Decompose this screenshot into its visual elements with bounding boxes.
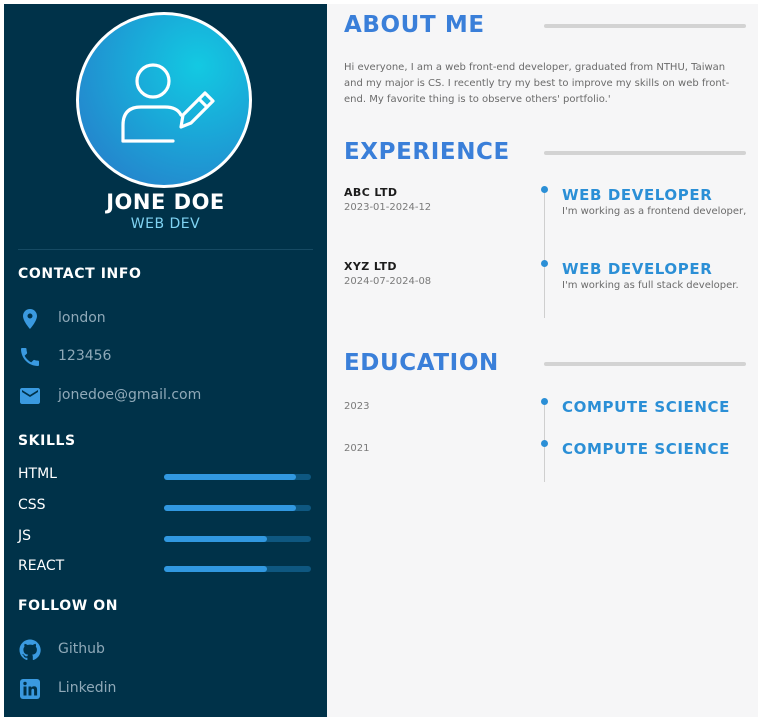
education-title-item: COMPUTE SCIENCE: [562, 440, 731, 458]
sidebar-divider: [18, 249, 313, 250]
sidebar: JONE DOE WEB DEV CONTACT INFO london 123…: [4, 4, 327, 717]
experience-timeline: [544, 190, 545, 318]
timeline-dot: [541, 260, 548, 267]
contact-location: london: [18, 307, 318, 333]
skill-label: JS: [18, 528, 32, 544]
experience-job-desc: I'm working as a frontend developer,: [562, 206, 747, 217]
experience-job-title: WEB DEVELOPER: [562, 260, 713, 278]
about-title: ABOUT ME: [344, 12, 485, 38]
contact-title: CONTACT INFO: [18, 266, 142, 282]
skill-bar-track: [164, 536, 311, 542]
contact-email: jonedoe@gmail.com: [18, 384, 318, 410]
education-title: EDUCATION: [344, 350, 499, 376]
skill-bar-fill: [164, 505, 297, 511]
phone-icon: [21, 348, 39, 366]
main-content: ABOUT ME Hi everyone, I am a web front-e…: [327, 4, 758, 717]
experience-company: ABC LTD: [344, 186, 398, 199]
skill-bar-track: [164, 505, 311, 511]
skill-row: HTML: [18, 466, 318, 488]
timeline-dot: [541, 186, 548, 193]
skill-row: JS: [18, 528, 318, 550]
contact-email-text[interactable]: jonedoe@gmail.com: [58, 387, 201, 403]
skill-bar-fill: [164, 474, 297, 480]
skill-row: CSS: [18, 497, 318, 519]
follow-github-text[interactable]: Github: [58, 641, 105, 657]
experience-company: XYZ LTD: [344, 260, 397, 273]
education-title-line: [544, 362, 746, 366]
profile-role: WEB DEV: [130, 216, 201, 232]
skill-label: CSS: [18, 497, 46, 513]
education-year: 2021: [344, 443, 370, 454]
resume-page: JONE DOE WEB DEV CONTACT INFO london 123…: [4, 4, 758, 717]
skill-row: REACT: [18, 558, 318, 580]
about-text: Hi everyone, I am a web front-end develo…: [344, 62, 730, 105]
experience-job-title: WEB DEVELOPER: [562, 186, 713, 204]
skill-bar-track: [164, 566, 311, 572]
follow-linkedin[interactable]: Linkedin: [18, 677, 318, 703]
timeline-dot: [541, 398, 548, 405]
skill-label: HTML: [18, 466, 57, 482]
skill-bar-track: [164, 474, 311, 480]
experience-title-line: [544, 151, 746, 155]
education-year: 2023: [344, 401, 370, 412]
follow-github[interactable]: Github: [18, 638, 318, 664]
avatar: [76, 12, 252, 188]
experience-dates: 2023-01-2024-12: [344, 202, 432, 213]
follow-linkedin-text[interactable]: Linkedin: [58, 680, 116, 696]
about-title-line: [544, 24, 746, 28]
user-edit-icon: [121, 63, 215, 143]
linkedin-icon[interactable]: [18, 677, 42, 701]
contact-phone-text: 123456: [58, 348, 112, 364]
mail-icon: [20, 388, 40, 404]
skill-bar-fill: [164, 536, 267, 542]
github-icon[interactable]: [18, 638, 42, 662]
follow-title: FOLLOW ON: [18, 598, 119, 614]
skills-title: SKILLS: [18, 433, 76, 449]
timeline-dot: [541, 440, 548, 447]
skill-label: REACT: [18, 558, 65, 574]
experience-job-desc: I'm working as full stack developer.: [562, 280, 739, 291]
experience-title: EXPERIENCE: [344, 139, 510, 165]
education-title-item: COMPUTE SCIENCE: [562, 398, 731, 416]
location-pin-icon: [23, 309, 37, 329]
contact-phone: 123456: [18, 345, 318, 371]
contact-location-text: london: [58, 310, 106, 326]
skill-bar-fill: [164, 566, 267, 572]
experience-dates: 2024-07-2024-08: [344, 276, 432, 287]
profile-name: JONE DOE: [106, 190, 225, 214]
